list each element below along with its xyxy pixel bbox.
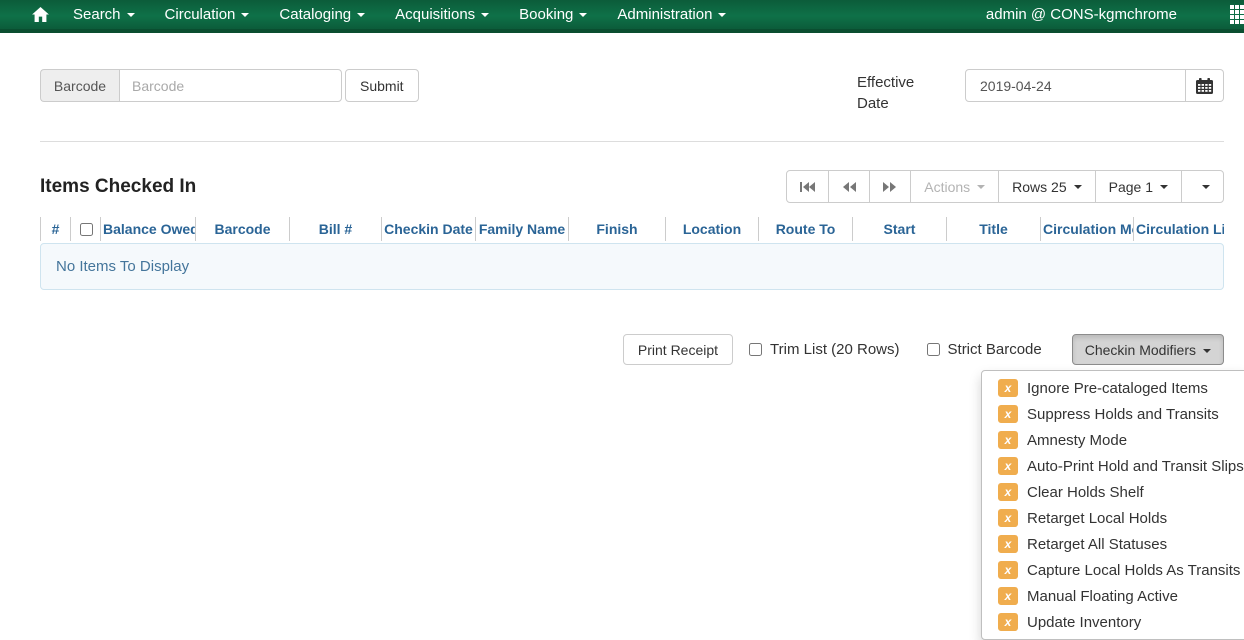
- chevron-down-icon: [481, 13, 489, 17]
- column-header[interactable]: Bill #: [289, 217, 381, 241]
- checkin-form-row: Barcode Submit Effective Date: [40, 69, 1224, 114]
- navbar-menu-item[interactable]: Acquisitions: [380, 0, 504, 29]
- modifier-off-badge: x: [998, 587, 1018, 605]
- chevron-down-icon: [1074, 185, 1082, 189]
- column-header[interactable]: Route To: [758, 217, 852, 241]
- column-header[interactable]: Circulation Modifier: [1040, 217, 1133, 241]
- chevron-down-icon: [1160, 185, 1168, 189]
- previous-page-button[interactable]: [828, 170, 870, 203]
- navbar-menu: Search Circulation Cataloging Acquisitio…: [58, 0, 741, 29]
- strict-barcode-option: Strict Barcode: [927, 341, 1042, 358]
- modifier-off-badge: x: [998, 613, 1018, 631]
- rows-dropdown-button[interactable]: Rows 25: [998, 170, 1095, 203]
- grid-menu-icon[interactable]: [1230, 5, 1244, 24]
- next-page-button[interactable]: [869, 170, 911, 203]
- chevron-down-icon: [977, 185, 985, 189]
- navbar-menu-item[interactable]: Search: [58, 0, 150, 29]
- chevron-down-icon: [1203, 349, 1211, 353]
- chevron-down-icon: [127, 13, 135, 17]
- grid-options-button[interactable]: [1181, 170, 1224, 203]
- column-header[interactable]: Circulation Library: [1133, 217, 1224, 241]
- trim-list-checkbox[interactable]: [749, 343, 762, 356]
- strict-barcode-checkbox[interactable]: [927, 343, 940, 356]
- modifier-off-badge: x: [998, 405, 1018, 423]
- column-header[interactable]: Balance Owed: [100, 217, 195, 241]
- chevron-down-icon: [357, 13, 365, 17]
- checkin-modifier-menu-item[interactable]: x Capture Local Holds As Transits: [982, 557, 1244, 583]
- chevron-down-icon: [1202, 185, 1210, 189]
- checkin-modifier-menu-item[interactable]: x Retarget All Statuses: [982, 531, 1244, 557]
- checkin-modifier-menu-item[interactable]: x Auto-Print Hold and Transit Slips: [982, 453, 1244, 479]
- column-header[interactable]: Checkin Date: [381, 217, 475, 241]
- checkin-modifier-menu-item[interactable]: x Manual Floating Active: [982, 583, 1244, 609]
- column-header[interactable]: Barcode: [195, 217, 289, 241]
- checkin-modifier-menu-item[interactable]: x Ignore Pre-cataloged Items: [982, 375, 1244, 401]
- navbar-menu-item[interactable]: Booking: [504, 0, 602, 29]
- navbar-menu-item[interactable]: Circulation: [150, 0, 265, 29]
- column-header[interactable]: Location: [665, 217, 758, 241]
- row-number-column-header: #: [40, 217, 70, 241]
- column-header[interactable]: Title: [946, 217, 1040, 241]
- effective-date-label: Effective Date: [857, 69, 927, 114]
- navbar-menu-item[interactable]: Administration: [602, 0, 741, 29]
- column-header[interactable]: Start: [852, 217, 946, 241]
- select-all-checkbox[interactable]: [80, 223, 93, 236]
- column-header[interactable]: Finish: [568, 217, 665, 241]
- logged-in-user[interactable]: admin @ CONS-kgmchrome: [986, 6, 1177, 23]
- chevron-down-icon: [718, 13, 726, 17]
- submit-button[interactable]: Submit: [345, 69, 419, 102]
- strict-barcode-label: Strict Barcode: [948, 341, 1042, 358]
- modifier-off-badge: x: [998, 379, 1018, 397]
- effective-date-group: [965, 69, 1224, 102]
- chevron-down-icon: [241, 13, 249, 17]
- column-header[interactable]: Family Name: [475, 217, 568, 241]
- checkin-modifiers-button[interactable]: Checkin Modifiers: [1072, 334, 1224, 365]
- modifier-off-badge: x: [998, 457, 1018, 475]
- checkin-modifier-menu-item[interactable]: x Retarget Local Holds: [982, 505, 1244, 531]
- navbar-menu-item[interactable]: Cataloging: [264, 0, 380, 29]
- barcode-input-group: Barcode Submit: [40, 69, 419, 102]
- modifier-off-badge: x: [998, 483, 1018, 501]
- checkin-modifiers-menu: x Ignore Pre-cataloged Items x Suppress …: [981, 370, 1244, 640]
- effective-date-input[interactable]: [965, 69, 1186, 102]
- trim-list-label: Trim List (20 Rows): [770, 341, 899, 358]
- first-page-button[interactable]: [786, 170, 829, 203]
- grid-column-headers: # Balance OwedBarcodeBill #Checkin DateF…: [40, 217, 1224, 241]
- checkin-modifier-menu-item[interactable]: x Amnesty Mode: [982, 427, 1244, 453]
- calendar-button[interactable]: [1186, 69, 1224, 102]
- divider: [40, 141, 1224, 142]
- barcode-input[interactable]: [119, 69, 342, 102]
- modifier-off-badge: x: [998, 431, 1018, 449]
- empty-grid-message: No Items To Display: [40, 243, 1224, 290]
- checkin-modifier-menu-item[interactable]: x Suppress Holds and Transits: [982, 401, 1244, 427]
- checkin-modifier-menu-item[interactable]: x Clear Holds Shelf: [982, 479, 1244, 505]
- chevron-down-icon: [579, 13, 587, 17]
- print-receipt-button[interactable]: Print Receipt: [623, 334, 733, 365]
- home-icon[interactable]: [32, 7, 49, 22]
- modifier-off-badge: x: [998, 509, 1018, 527]
- page-title: Items Checked In: [40, 176, 196, 198]
- modifier-off-badge: x: [998, 561, 1018, 579]
- grid-pager-toolbar: Actions Rows 25 Page 1: [786, 170, 1224, 203]
- checkin-modifier-menu-item[interactable]: x Update Inventory: [982, 609, 1244, 635]
- select-all-checkbox-cell: [70, 217, 100, 241]
- page-dropdown-button[interactable]: Page 1: [1095, 170, 1182, 203]
- modifier-off-badge: x: [998, 535, 1018, 553]
- actions-dropdown-button: Actions: [910, 170, 999, 203]
- top-navbar: Search Circulation Cataloging Acquisitio…: [0, 0, 1244, 33]
- trim-list-option: Trim List (20 Rows): [749, 341, 899, 358]
- barcode-label: Barcode: [40, 69, 119, 102]
